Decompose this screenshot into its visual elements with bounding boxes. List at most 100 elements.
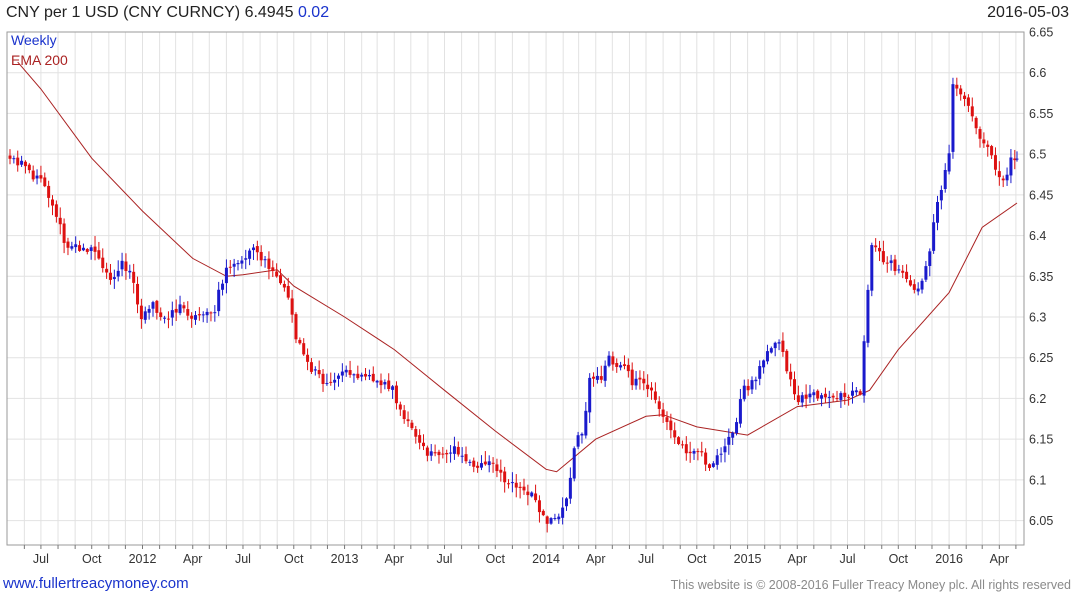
candle-body — [309, 362, 313, 372]
candle-body — [626, 364, 630, 372]
candle-body — [707, 464, 711, 468]
candle-body — [677, 437, 681, 444]
candle-body — [336, 375, 340, 379]
candle-body — [518, 486, 522, 488]
candle-body — [120, 260, 124, 270]
candle-body — [290, 298, 294, 315]
y-tick-label: 6.1 — [1029, 473, 1046, 487]
candle-body — [445, 452, 449, 455]
candle-body — [116, 270, 120, 277]
x-tick-label: Apr — [385, 552, 404, 566]
candle-body — [108, 272, 112, 280]
candle-body — [356, 373, 360, 379]
footer-site-link[interactable]: www.fullertreacymoney.com — [3, 575, 189, 592]
candle-body — [503, 471, 507, 483]
candle-body — [843, 392, 847, 398]
y-tick-label: 6.35 — [1029, 270, 1053, 284]
candle-body — [35, 175, 39, 179]
candle-body — [723, 446, 727, 453]
candle-body — [773, 342, 777, 349]
candle-body — [1001, 178, 1005, 181]
candle-body — [124, 261, 128, 271]
candle-body — [194, 315, 197, 320]
candle-body — [371, 373, 375, 382]
candle-body — [584, 410, 588, 436]
candle-body — [93, 246, 97, 252]
candle-body — [54, 204, 58, 217]
candle-body — [476, 465, 480, 468]
candle-body — [646, 384, 650, 390]
candle-body — [897, 269, 901, 271]
candle-body — [936, 201, 939, 223]
candle-body — [735, 422, 739, 434]
candle-body — [870, 245, 874, 291]
candle-body — [391, 386, 395, 390]
candle-body — [70, 246, 74, 249]
candle-body — [727, 436, 731, 445]
candle-body — [908, 280, 912, 286]
candle-body — [479, 463, 483, 468]
candle-body — [143, 311, 147, 320]
candle-body — [510, 482, 514, 484]
candle-body — [688, 451, 692, 454]
candle-body — [329, 381, 333, 383]
candle-body — [12, 158, 16, 160]
candle-body — [279, 275, 283, 284]
candle-body — [8, 155, 12, 159]
candle-body — [275, 271, 279, 277]
candle-body — [433, 452, 437, 454]
candle-body — [74, 244, 78, 248]
candle-body — [943, 170, 947, 190]
candle-body — [823, 393, 827, 398]
candle-body — [364, 373, 368, 377]
candle-body — [151, 302, 155, 309]
candle-body — [615, 363, 619, 367]
candle-body — [367, 374, 371, 377]
candle-body — [507, 483, 511, 485]
candle-body — [495, 464, 499, 472]
candle-body — [541, 510, 545, 516]
candle-body — [251, 247, 255, 251]
candle-body — [23, 161, 27, 167]
candle-body — [217, 289, 221, 312]
candle-body — [352, 374, 356, 376]
candle-body — [630, 369, 634, 386]
y-tick-label: 6.65 — [1029, 26, 1053, 40]
candle-body — [43, 177, 47, 187]
candle-body — [920, 280, 924, 290]
candle-body — [963, 95, 967, 99]
candle-body — [89, 247, 93, 252]
candle-body — [383, 382, 387, 385]
candle-body — [854, 390, 858, 393]
candle-body — [1009, 157, 1013, 176]
candle-body — [874, 245, 878, 248]
candle-body — [638, 377, 642, 380]
y-tick-label: 6.05 — [1029, 514, 1053, 528]
candle-body — [97, 250, 101, 259]
y-tick-label: 6.55 — [1029, 107, 1053, 121]
x-tick-label: Jul — [436, 552, 452, 566]
candle-body — [16, 157, 20, 166]
candle-body — [240, 260, 244, 264]
y-tick-label: 6.6 — [1029, 66, 1046, 80]
candle-body — [452, 446, 456, 454]
candle-body — [862, 341, 866, 396]
candle-body — [387, 380, 391, 389]
candle-body — [812, 392, 816, 396]
candle-body — [414, 429, 418, 437]
candle-body — [398, 404, 402, 410]
candle-body — [514, 482, 518, 488]
candle-body — [939, 189, 943, 201]
x-tick-label: Jul — [235, 552, 251, 566]
candle-body — [437, 451, 441, 456]
candle-body — [634, 378, 638, 386]
candle-body — [537, 500, 541, 513]
candle-body — [835, 398, 839, 400]
candle-body — [572, 448, 576, 479]
candle-body — [966, 97, 970, 106]
x-tick-label: Jul — [33, 552, 49, 566]
candle-body — [429, 451, 433, 456]
candle-body — [340, 371, 344, 376]
y-axis: 6.05 6.1 6.15 6.2 6.25 6.3 6.35 6.4 6.45 6.5 6.55 6… — [1029, 26, 1053, 529]
ema-200-line — [17, 61, 1018, 473]
